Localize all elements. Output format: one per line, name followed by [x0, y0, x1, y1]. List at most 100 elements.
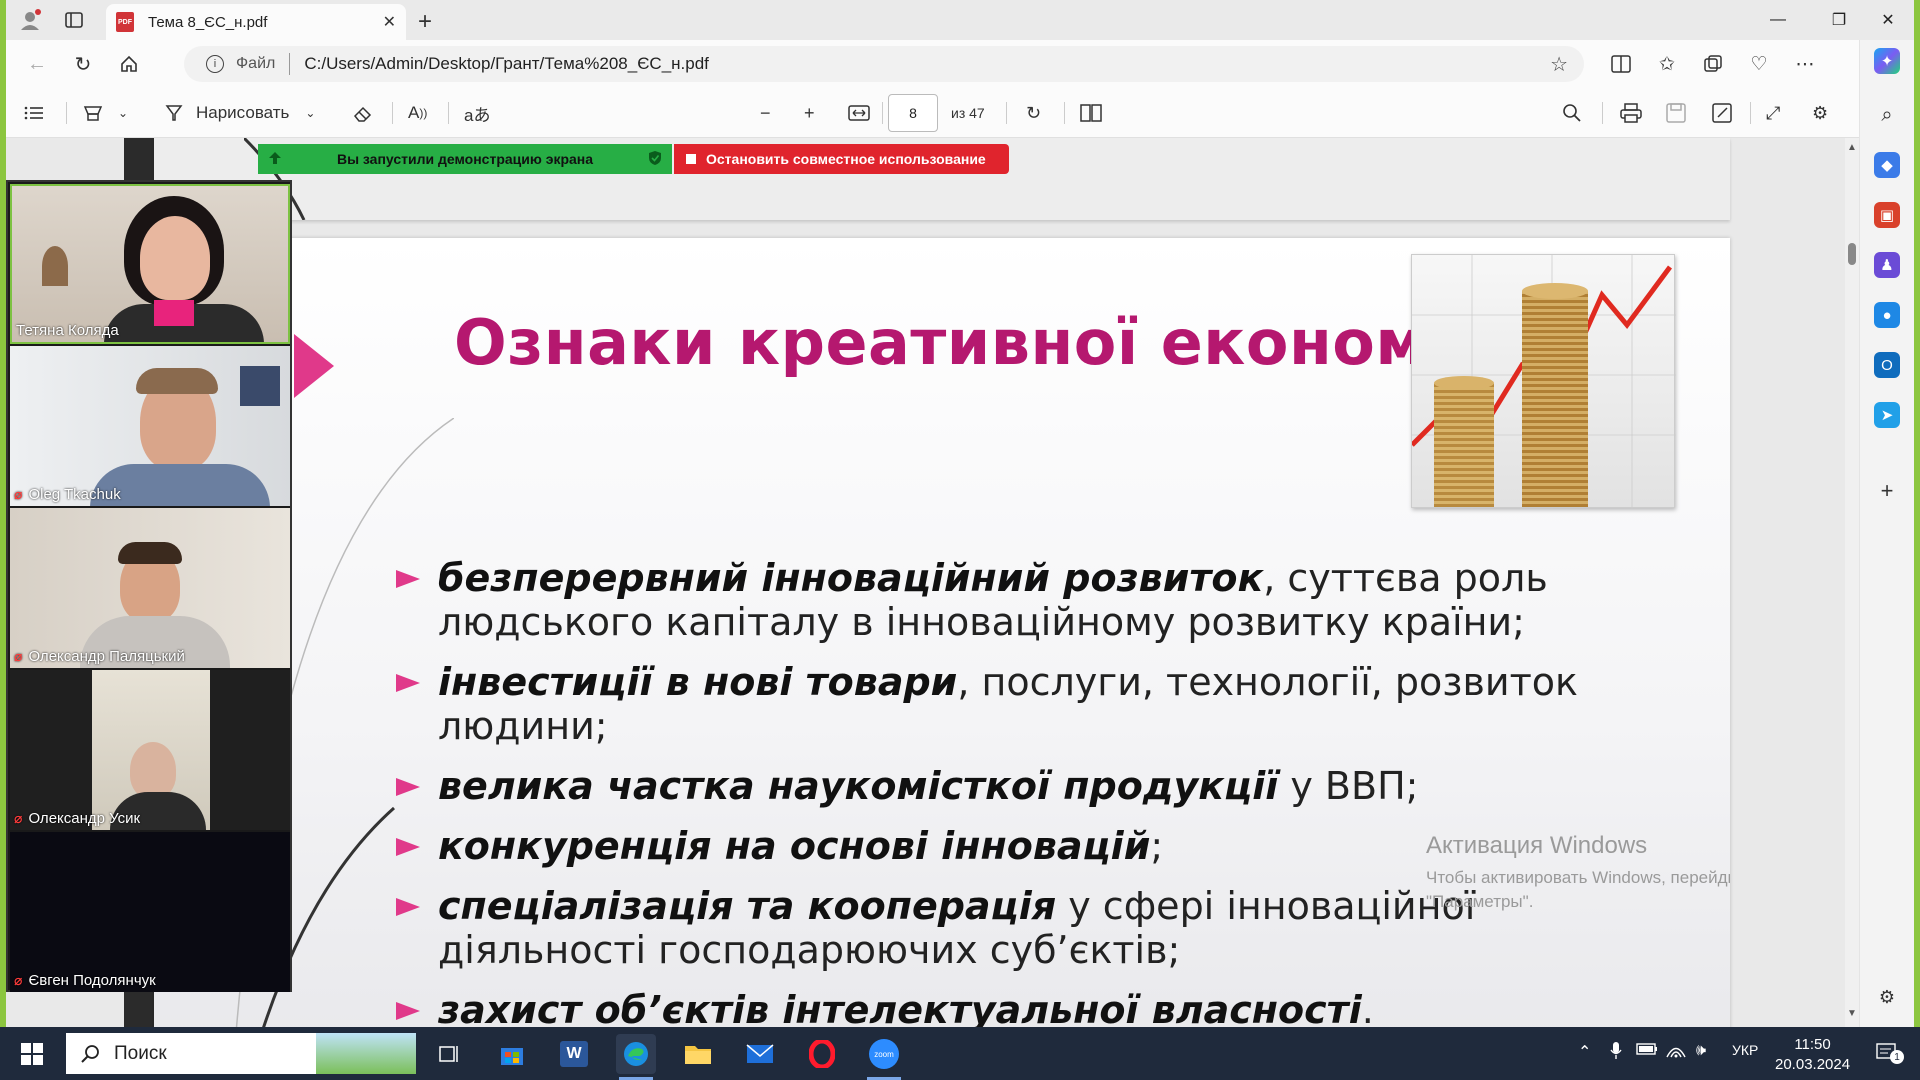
slide-title: Ознаки креативної економіки	[454, 306, 1535, 379]
bullet-text: у ВВП;	[1278, 764, 1419, 808]
participant-name-text: Олександр Паляцький	[28, 648, 185, 665]
zoom-participants-panel: Тетяна Коляда ⌀ Oleg Tkachuk ⌀ Олександр П…	[6, 180, 292, 992]
tab-pdf[interactable]: PDF Тема 8_ЄС_н.pdf ✕	[106, 4, 406, 40]
copilot-icon[interactable]: ✦	[1874, 48, 1900, 74]
sidebar-settings-gear-icon[interactable]: ⚙	[1874, 984, 1900, 1010]
save-icon[interactable]	[1666, 100, 1686, 126]
send-icon[interactable]: ➤	[1874, 402, 1900, 428]
page-view-icon[interactable]	[1080, 100, 1102, 126]
eraser-icon[interactable]	[352, 100, 374, 126]
split-screen-icon[interactable]	[1606, 50, 1636, 78]
task-view-icon[interactable]	[430, 1034, 470, 1074]
tab-actions-icon[interactable]	[62, 8, 86, 32]
save-as-icon[interactable]	[1712, 100, 1732, 126]
info-icon[interactable]: i	[206, 55, 224, 73]
bullet-text: .	[1361, 988, 1374, 1027]
close-window-button[interactable]: ✕	[1868, 6, 1908, 34]
back-button[interactable]: ←	[22, 50, 52, 78]
file-scheme-label: Файл	[236, 55, 276, 72]
sidebar-search-icon[interactable]: ⌕	[1874, 102, 1900, 128]
refresh-button[interactable]: ↻	[68, 50, 98, 78]
volume-icon[interactable]: 🕪	[1696, 1042, 1706, 1060]
pdf-settings-gear-icon[interactable]: ⚙	[1812, 100, 1828, 126]
favorites-icon[interactable]: ✩	[1652, 50, 1682, 78]
settings-more-icon[interactable]: ⋯	[1790, 50, 1820, 78]
fit-width-icon[interactable]	[848, 100, 870, 126]
page-number-input[interactable]: 8	[888, 94, 938, 132]
stop-sharing-button[interactable]: Остановить совместное использование	[674, 144, 1009, 174]
word-icon[interactable]: W	[554, 1034, 594, 1074]
zoom-in-button[interactable]: +	[804, 100, 815, 126]
url-text[interactable]: C:/Users/Admin/Desktop/Грант/Тема%208_ЄС…	[304, 54, 709, 74]
participant-tile[interactable]: Тетяна Коляда	[10, 184, 290, 344]
microphone-icon[interactable]	[1610, 1042, 1622, 1065]
print-icon[interactable]	[1620, 100, 1642, 126]
tools-briefcase-icon[interactable]: ▣	[1874, 202, 1900, 228]
battery-icon[interactable]	[1636, 1042, 1658, 1061]
translate-icon[interactable]: aあ	[464, 100, 490, 126]
fullscreen-icon[interactable]: ⤢	[1766, 100, 1780, 126]
games-icon[interactable]: ♟	[1874, 252, 1900, 278]
draw-button[interactable]: Нарисовать ⌄	[164, 100, 315, 126]
bullet-arrow-marker	[396, 674, 420, 692]
edge-browser-icon[interactable]	[616, 1034, 656, 1074]
participant-name-text: Євген Подолянчук	[28, 972, 156, 989]
language-indicator[interactable]: УКР	[1732, 1042, 1758, 1058]
muted-mic-icon: ⌀	[14, 810, 23, 826]
browser-essentials-icon[interactable]: ♡	[1744, 50, 1774, 78]
scrollbar-thumb[interactable]	[1848, 243, 1856, 265]
add-sidebar-app-icon[interactable]: +	[1874, 478, 1900, 504]
contents-list-icon[interactable]	[24, 100, 44, 126]
participant-tile[interactable]: ⌀ Олександр Паляцький	[10, 508, 290, 668]
participant-tile[interactable]: ⌀ Євген Подолянчук	[10, 832, 290, 992]
clock-date: 20.03.2024	[1775, 1056, 1851, 1073]
show-hidden-icons-chevron[interactable]: ⌃	[1578, 1042, 1591, 1062]
opera-icon[interactable]	[802, 1034, 842, 1074]
participant-tile[interactable]: ⌀ Oleg Tkachuk	[10, 346, 290, 506]
draw-dropdown-icon[interactable]: ⌄	[305, 106, 315, 120]
video-shelf-binders	[240, 366, 280, 406]
muted-mic-icon: ⌀	[14, 972, 23, 988]
close-tab-icon[interactable]: ✕	[383, 12, 396, 32]
toolbar-divider	[1602, 102, 1603, 124]
zoom-out-button[interactable]: −	[760, 100, 771, 126]
outlook-icon[interactable]: O	[1874, 352, 1900, 378]
highlight-icon[interactable]	[82, 100, 104, 126]
share-status-label: Вы запустили демонстрацию экрана	[336, 151, 594, 167]
collections-icon[interactable]	[1698, 50, 1728, 78]
microsoft365-icon[interactable]: ●	[1874, 302, 1900, 328]
toolbar-divider	[66, 102, 67, 124]
bullet-bold-text: захист об’єктів інтелектуальної власност…	[438, 988, 1362, 1027]
participant-name: ⌀ Oleg Tkachuk	[14, 486, 121, 503]
clock[interactable]: 11:50 20.03.2024	[1775, 1035, 1850, 1075]
home-button[interactable]	[114, 50, 144, 78]
mail-icon[interactable]	[740, 1034, 780, 1074]
rotate-icon[interactable]: ↻	[1026, 100, 1041, 126]
network-icon[interactable]	[1666, 1042, 1686, 1063]
scroll-down-icon[interactable]: ▼	[1847, 1008, 1857, 1019]
bullet-arrow-marker	[396, 570, 420, 588]
zoom-app-icon[interactable]: zoom	[864, 1034, 904, 1074]
bullet-bold-text: безперервний інноваційний розвиток	[438, 556, 1264, 600]
shield-check-icon	[648, 150, 662, 169]
start-button[interactable]	[12, 1034, 52, 1074]
microsoft-store-icon[interactable]	[492, 1034, 532, 1074]
tab-bar: PDF Тема 8_ЄС_н.pdf ✕ + — ❐ ✕	[6, 0, 1914, 40]
scroll-up-icon[interactable]: ▲	[1847, 142, 1857, 153]
shopping-tag-icon[interactable]: ◆	[1874, 152, 1900, 178]
notification-center-icon[interactable]: 1	[1876, 1042, 1904, 1069]
highlight-dropdown-icon[interactable]: ⌄	[118, 100, 128, 126]
bullet-arrow-marker	[396, 838, 420, 856]
restore-button[interactable]: ❐	[1819, 6, 1859, 34]
minimize-button[interactable]: —	[1758, 6, 1798, 34]
profile-icon[interactable]	[18, 8, 42, 32]
url-field[interactable]: i Файл C:/Users/Admin/Desktop/Грант/Тема…	[184, 46, 1584, 82]
taskbar-search-box[interactable]: Поиск	[66, 1033, 416, 1074]
read-aloud-icon[interactable]: A))	[408, 100, 427, 126]
file-explorer-icon[interactable]	[678, 1034, 718, 1074]
new-tab-button[interactable]: +	[418, 8, 432, 36]
vertical-scrollbar[interactable]: ▲ ▼	[1845, 138, 1859, 1027]
participant-tile[interactable]: ⌀ Олександр Усик	[10, 670, 290, 830]
search-icon[interactable]	[1562, 100, 1582, 126]
favorite-star-icon[interactable]: ☆	[1550, 52, 1568, 77]
